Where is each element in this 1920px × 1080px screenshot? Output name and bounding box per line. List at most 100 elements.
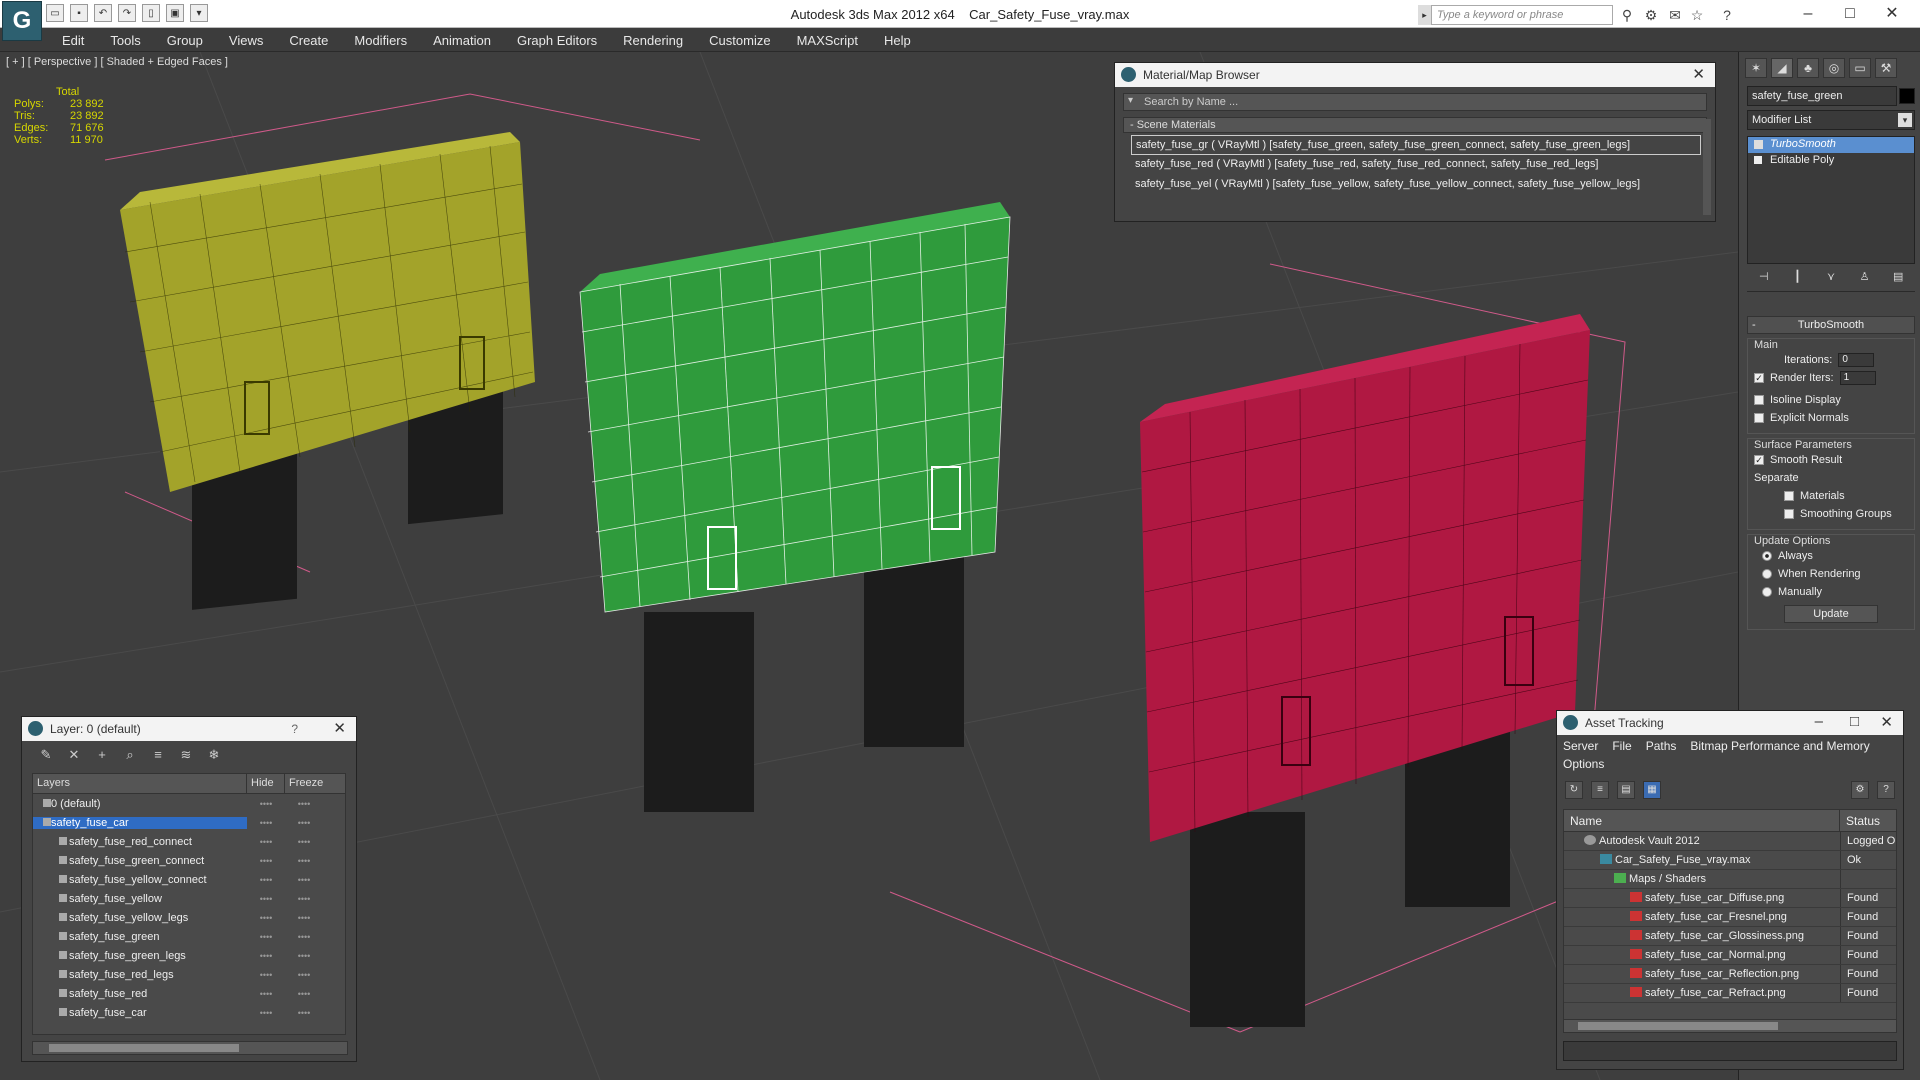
fuse-red[interactable] (1140, 314, 1590, 1027)
asset-row[interactable]: safety_fuse_car_Reflection.png Found (1564, 965, 1896, 984)
menu-tools[interactable]: Tools (100, 33, 150, 48)
manually-radio[interactable] (1762, 587, 1772, 597)
layer-row[interactable]: safety_fuse_car •••• •••• (33, 813, 345, 832)
layer-row[interactable]: safety_fuse_green_legs •••• •••• (33, 946, 345, 965)
iterations-spinner[interactable]: 0 (1838, 353, 1875, 367)
asset-menu-options[interactable]: Options (1563, 757, 1604, 771)
asset-row[interactable]: Autodesk Vault 2012 Logged Out (1564, 832, 1896, 851)
search-options-icon[interactable]: ▾ (1128, 95, 1133, 106)
layer-horizontal-scrollbar[interactable] (32, 1041, 348, 1055)
menu-maxscript[interactable]: MAXScript (787, 33, 868, 48)
hide-toggle-icon[interactable]: •••• (247, 856, 285, 866)
freeze-toggle-icon[interactable]: •••• (285, 970, 323, 980)
object-name-field[interactable]: safety_fuse_green (1747, 86, 1897, 106)
asset-menu-file[interactable]: File (1612, 739, 1631, 753)
motion-tab-icon[interactable]: ◎ (1823, 58, 1845, 78)
layer-name[interactable]: 0 (default) (33, 798, 247, 810)
hierarchy-tab-icon[interactable]: ♣ (1797, 58, 1819, 78)
material-item[interactable]: safety_fuse_gr ( VRayMtl ) [safety_fuse_… (1131, 135, 1701, 155)
utilities-tab-icon[interactable]: ⚒ (1875, 58, 1897, 78)
help-icon[interactable]: ? (1718, 6, 1736, 24)
refresh-icon[interactable]: ↻ (1565, 781, 1583, 799)
configure-sets-icon[interactable]: ▤ (1890, 270, 1906, 286)
asset-horizontal-scrollbar[interactable] (1563, 1019, 1897, 1033)
hide-toggle-icon[interactable]: •••• (247, 894, 285, 904)
create-layer-icon[interactable]: ✎ (36, 745, 56, 765)
menu-group[interactable]: Group (157, 33, 213, 48)
asset-row[interactable]: safety_fuse_car_Normal.png Found (1564, 946, 1896, 965)
freeze-all-icon[interactable]: ❄ (204, 745, 224, 765)
column-header-hide[interactable]: Hide (247, 774, 285, 793)
pin-stack-icon[interactable]: ⊣ (1756, 270, 1772, 286)
menu-help[interactable]: Help (874, 33, 921, 48)
freeze-toggle-icon[interactable]: •••• (285, 856, 323, 866)
hide-all-icon[interactable]: ≋ (176, 745, 196, 765)
asset-path-field[interactable] (1563, 1041, 1897, 1061)
freeze-toggle-icon[interactable]: •••• (285, 894, 323, 904)
stack-item-turbosmooth[interactable]: TurboSmooth (1748, 137, 1914, 153)
hide-toggle-icon[interactable]: •••• (247, 932, 285, 942)
freeze-toggle-icon[interactable]: •••• (285, 1008, 323, 1018)
material-browser-titlebar[interactable]: Material/Map Browser ✕ (1115, 63, 1715, 87)
delete-layer-icon[interactable]: ✕ (64, 745, 84, 765)
fuse-green[interactable] (579, 202, 1011, 812)
menu-views[interactable]: Views (219, 33, 273, 48)
maximize-button[interactable]: □ (1830, 2, 1870, 26)
hide-toggle-icon[interactable]: •••• (247, 799, 285, 809)
menu-animation[interactable]: Animation (423, 33, 501, 48)
hide-toggle-icon[interactable]: •••• (247, 970, 285, 980)
scrollbar-thumb[interactable] (1578, 1022, 1778, 1030)
binoculars-icon[interactable]: ⚲ (1618, 6, 1636, 24)
table-view-icon[interactable]: ▦ (1643, 781, 1661, 799)
hide-toggle-icon[interactable]: •••• (247, 989, 285, 999)
bulb-icon[interactable] (1754, 140, 1763, 149)
vault-icon[interactable]: ⚙ (1851, 781, 1869, 799)
menu-graph-editors[interactable]: Graph Editors (507, 33, 607, 48)
menu-edit[interactable]: Edit (52, 33, 94, 48)
modifier-list-dropdown[interactable]: Modifier List ▾ (1747, 110, 1915, 130)
scene-materials-header[interactable]: - Scene Materials (1123, 117, 1707, 133)
viewport-label[interactable]: [ + ] [ Perspective ] [ Shaded + Edged F… (6, 56, 228, 68)
material-search-input[interactable]: ▾ Search by Name ... (1123, 93, 1707, 111)
freeze-toggle-icon[interactable]: •••• (285, 989, 323, 999)
freeze-toggle-icon[interactable]: •••• (285, 913, 323, 923)
chevron-down-icon[interactable]: ▾ (1898, 113, 1912, 127)
minimize-icon[interactable]: – (1815, 713, 1823, 730)
infocenter-search-input[interactable]: Type a keyword or phrase (1418, 5, 1613, 25)
hide-toggle-icon[interactable]: •••• (247, 837, 285, 847)
asset-row[interactable]: Car_Safety_Fuse_vray.max Ok (1564, 851, 1896, 870)
hide-toggle-icon[interactable]: •••• (247, 913, 285, 923)
smooth-result-checkbox[interactable]: ✓ (1754, 455, 1764, 465)
minimize-button[interactable]: – (1788, 2, 1828, 26)
layer-window-titlebar[interactable]: Layer: 0 (default) ? ✕ (22, 717, 356, 741)
layer-row[interactable]: safety_fuse_red_legs •••• •••• (33, 965, 345, 984)
layer-row[interactable]: safety_fuse_green •••• •••• (33, 927, 345, 946)
column-header-freeze[interactable]: Freeze (285, 774, 327, 793)
asset-window-titlebar[interactable]: Asset Tracking – □ ✕ (1557, 711, 1903, 735)
smoothing-groups-checkbox[interactable] (1784, 509, 1794, 519)
close-button[interactable]: ✕ (1872, 2, 1912, 26)
layer-row[interactable]: safety_fuse_yellow_connect •••• •••• (33, 870, 345, 889)
freeze-toggle-icon[interactable]: •••• (285, 818, 323, 828)
modify-tab-icon[interactable]: ◢ (1771, 58, 1793, 78)
subscription-icon[interactable]: ⚙ (1642, 6, 1660, 24)
layer-row[interactable]: safety_fuse_yellow_legs •••• •••• (33, 908, 345, 927)
layer-row[interactable]: safety_fuse_green_connect •••• •••• (33, 851, 345, 870)
freeze-toggle-icon[interactable]: •••• (285, 837, 323, 847)
close-icon[interactable]: ✕ (1880, 713, 1893, 731)
object-color-swatch[interactable] (1899, 88, 1915, 104)
layer-row[interactable]: safety_fuse_red •••• •••• (33, 984, 345, 1003)
create-tab-icon[interactable]: ✶ (1745, 58, 1767, 78)
close-icon[interactable]: ✕ (1692, 65, 1705, 83)
asset-row[interactable]: safety_fuse_car_Refract.png Found (1564, 984, 1896, 1003)
hide-toggle-icon[interactable]: •••• (247, 951, 285, 961)
list-view-icon[interactable]: ≡ (1591, 781, 1609, 799)
remove-modifier-icon[interactable]: ♙ (1857, 270, 1873, 286)
show-end-result-icon[interactable]: ┃ (1789, 270, 1805, 286)
freeze-toggle-icon[interactable]: •••• (285, 951, 323, 961)
select-objects-icon[interactable]: ⌕ (120, 745, 140, 765)
materials-checkbox[interactable] (1784, 491, 1794, 501)
close-icon[interactable]: ✕ (333, 719, 346, 737)
scrollbar-thumb[interactable] (49, 1044, 239, 1052)
layer-name[interactable]: safety_fuse_car (33, 816, 247, 829)
